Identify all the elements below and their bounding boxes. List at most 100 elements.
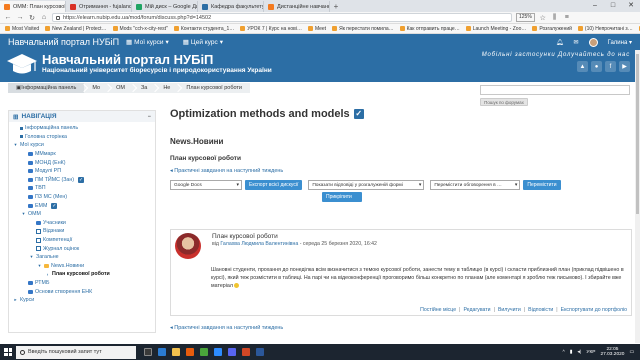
expanded-icon[interactable]: ▾	[29, 254, 34, 260]
display-mode-select[interactable]: Показати відповіді у розгалуженій формі	[308, 180, 425, 190]
next-discussion-link-bottom[interactable]: ◂ Практичні завдання на наступний тижден…	[170, 325, 283, 331]
search-forums-button[interactable]: Пошук по форумах	[480, 98, 528, 106]
chat-icon[interactable]: ✉︎	[574, 39, 579, 46]
author-link[interactable]: Галахва Людмила Валентинівна	[220, 241, 298, 247]
clock[interactable]: 22:05 27.03.2020	[600, 347, 624, 358]
url-field[interactable]: https://elearn.nubip.edu.ua/mod/forum/di…	[52, 13, 512, 22]
nav-item[interactable]: Компетенції	[13, 236, 151, 245]
nav-item[interactable]: ▾ News.Новини	[13, 262, 151, 271]
bookmark-item[interactable]: Як перестати помила…	[332, 26, 394, 32]
move-discussion-select[interactable]: Перемістити обговорення в …	[430, 180, 521, 190]
breadcrumb-item[interactable]: Мо	[84, 83, 108, 93]
nav-item[interactable]: ЕММ ✓	[13, 201, 151, 210]
collapsed-icon[interactable]: ▸	[13, 297, 18, 303]
bookmark-item[interactable]: Launch Meeting - Zoo…	[465, 26, 526, 32]
start-button[interactable]	[0, 344, 16, 360]
volume-icon[interactable]: ◂)	[577, 350, 581, 355]
browser-tab[interactable]: Отримання - fujalanca@…×	[66, 1, 132, 12]
language-indicator[interactable]: УКР	[586, 350, 595, 355]
next-discussion-link[interactable]: ◂ Практичні завдання на наступний тижден…	[170, 168, 632, 174]
portfolio-select[interactable]: Google Docs	[170, 180, 242, 190]
bookmark-item[interactable]: New Zealand | Protect…	[45, 26, 107, 32]
my-courses-dropdown[interactable]: ▦ Мої курси ▾	[126, 38, 169, 47]
breadcrumb-item[interactable]: ▣ Інформаційна панель	[8, 83, 85, 93]
nav-item[interactable]: Відзнаки	[13, 227, 151, 236]
teams-icon[interactable]	[228, 348, 236, 356]
this-course-dropdown[interactable]: ▦ Цей курс ▾	[183, 38, 223, 47]
back-icon[interactable]: ←	[4, 14, 12, 21]
nav-item[interactable]: ММмарк	[13, 150, 151, 159]
notifications-icon[interactable]: ▭	[629, 350, 634, 355]
nav-item[interactable]: Інформаційна панель	[13, 124, 151, 133]
close-window-icon[interactable]: ✕	[622, 0, 640, 12]
nav-item[interactable]: ПЗ МС (Мен)	[13, 193, 151, 202]
post-action-link[interactable]: Постійне місце	[420, 307, 456, 313]
library-icon[interactable]: ⫼	[551, 14, 559, 22]
nav-item[interactable]: Головна сторінка	[13, 133, 151, 142]
breadcrumb-item[interactable]: ОМ	[108, 83, 133, 93]
bookmark-item[interactable]: Розгалужений	[532, 26, 572, 32]
nav-item[interactable]: Модулі РП	[13, 167, 151, 176]
post-action-link[interactable]: Редагувати	[463, 307, 490, 313]
youtube-icon[interactable]: ▶	[619, 61, 630, 72]
word-icon[interactable]	[256, 348, 264, 356]
nav-item[interactable]: ▾ Загальне	[13, 253, 151, 262]
menu-icon[interactable]: ≡	[563, 14, 571, 21]
task-view-icon[interactable]	[144, 348, 152, 356]
facebook-icon[interactable]: f	[605, 61, 616, 72]
post-action-link[interactable]: Експортувати до портфоліо	[561, 307, 627, 313]
powerpoint-icon[interactable]	[242, 348, 250, 356]
bookmark-item[interactable]: Meet	[307, 26, 326, 32]
user-menu[interactable]: Галина ▾	[608, 39, 632, 46]
edge-icon[interactable]	[158, 348, 166, 356]
browser-tab[interactable]: ОММ: План курсової робот×	[0, 1, 66, 12]
bookmark-item[interactable]: Как отправить праце…	[399, 26, 460, 32]
nav-item[interactable]: РТМБ	[13, 279, 151, 288]
zoom-app-icon[interactable]	[214, 348, 222, 356]
zoom-level[interactable]: 125%	[516, 13, 535, 22]
nav-item[interactable]: Журнал оцінок	[13, 244, 151, 253]
expanded-icon[interactable]: ▾	[37, 263, 42, 269]
search-input[interactable]	[480, 85, 630, 95]
nav-item[interactable]: МОНД (ЕнК)	[13, 158, 151, 167]
chrome-icon[interactable]	[200, 348, 208, 356]
post-action-link[interactable]: Відповісти	[528, 307, 553, 313]
nav-item[interactable]: Основи створення ЕНК	[13, 287, 151, 296]
post-action-link[interactable]: Вилучити	[498, 307, 521, 313]
bookmark-item[interactable]: Контакти студента_1…	[173, 26, 234, 32]
taskbar-search-input[interactable]: Введіть пошуковий запит тут	[16, 345, 136, 359]
apple-icon[interactable]: ●	[591, 61, 602, 72]
bookmark-item[interactable]: УРОК 7 | Курс на нові…	[240, 26, 302, 32]
breadcrumb-item[interactable]: Не	[155, 83, 178, 93]
site-name-link[interactable]: Навчальний портал НУБіП	[8, 37, 126, 47]
expanded-icon[interactable]: ▾	[21, 211, 26, 217]
expanded-icon[interactable]: ▾	[13, 142, 18, 148]
avatar[interactable]	[175, 233, 201, 259]
move-button[interactable]: Перемістити	[523, 180, 561, 190]
bookmark-item[interactable]: Mods "cch-x-city-rest"	[112, 26, 168, 32]
android-icon[interactable]: ▲	[577, 61, 588, 72]
reload-icon[interactable]: ↻	[28, 14, 36, 22]
nav-item[interactable]: ▾ Мої курси	[13, 141, 151, 150]
pin-button[interactable]: Прикріпити	[322, 192, 362, 202]
bookmark-item[interactable]: (10) Непрочитані з…	[577, 26, 633, 32]
avatar[interactable]	[588, 37, 598, 47]
browser-tab[interactable]: Мій диск – Google Диск×	[132, 1, 198, 12]
nav-item[interactable]: ▾ ОММ	[13, 210, 151, 219]
nav-item[interactable]: ТВП	[13, 184, 151, 193]
bell-icon[interactable]: 🔔︎	[556, 39, 564, 46]
chevron-up-icon[interactable]: ^	[562, 350, 564, 355]
nav-item[interactable]: ▸ Курси	[13, 296, 151, 305]
forward-icon[interactable]: →	[16, 14, 24, 21]
scrollbar-thumb[interactable]	[636, 54, 639, 214]
minimize-icon[interactable]: –	[586, 0, 604, 12]
maximize-icon[interactable]: □	[604, 0, 622, 12]
browser-tab[interactable]: Кафедра факультету×	[198, 1, 264, 12]
network-icon[interactable]: ▮	[570, 350, 573, 355]
bookmark-star-icon[interactable]: ☆	[539, 14, 547, 22]
home-icon[interactable]: ⌂	[40, 14, 48, 21]
breadcrumb-item[interactable]: За	[133, 83, 155, 93]
page-scrollbar[interactable]	[635, 50, 640, 343]
file-explorer-icon[interactable]	[172, 348, 180, 356]
new-tab-button[interactable]: +	[330, 1, 342, 12]
